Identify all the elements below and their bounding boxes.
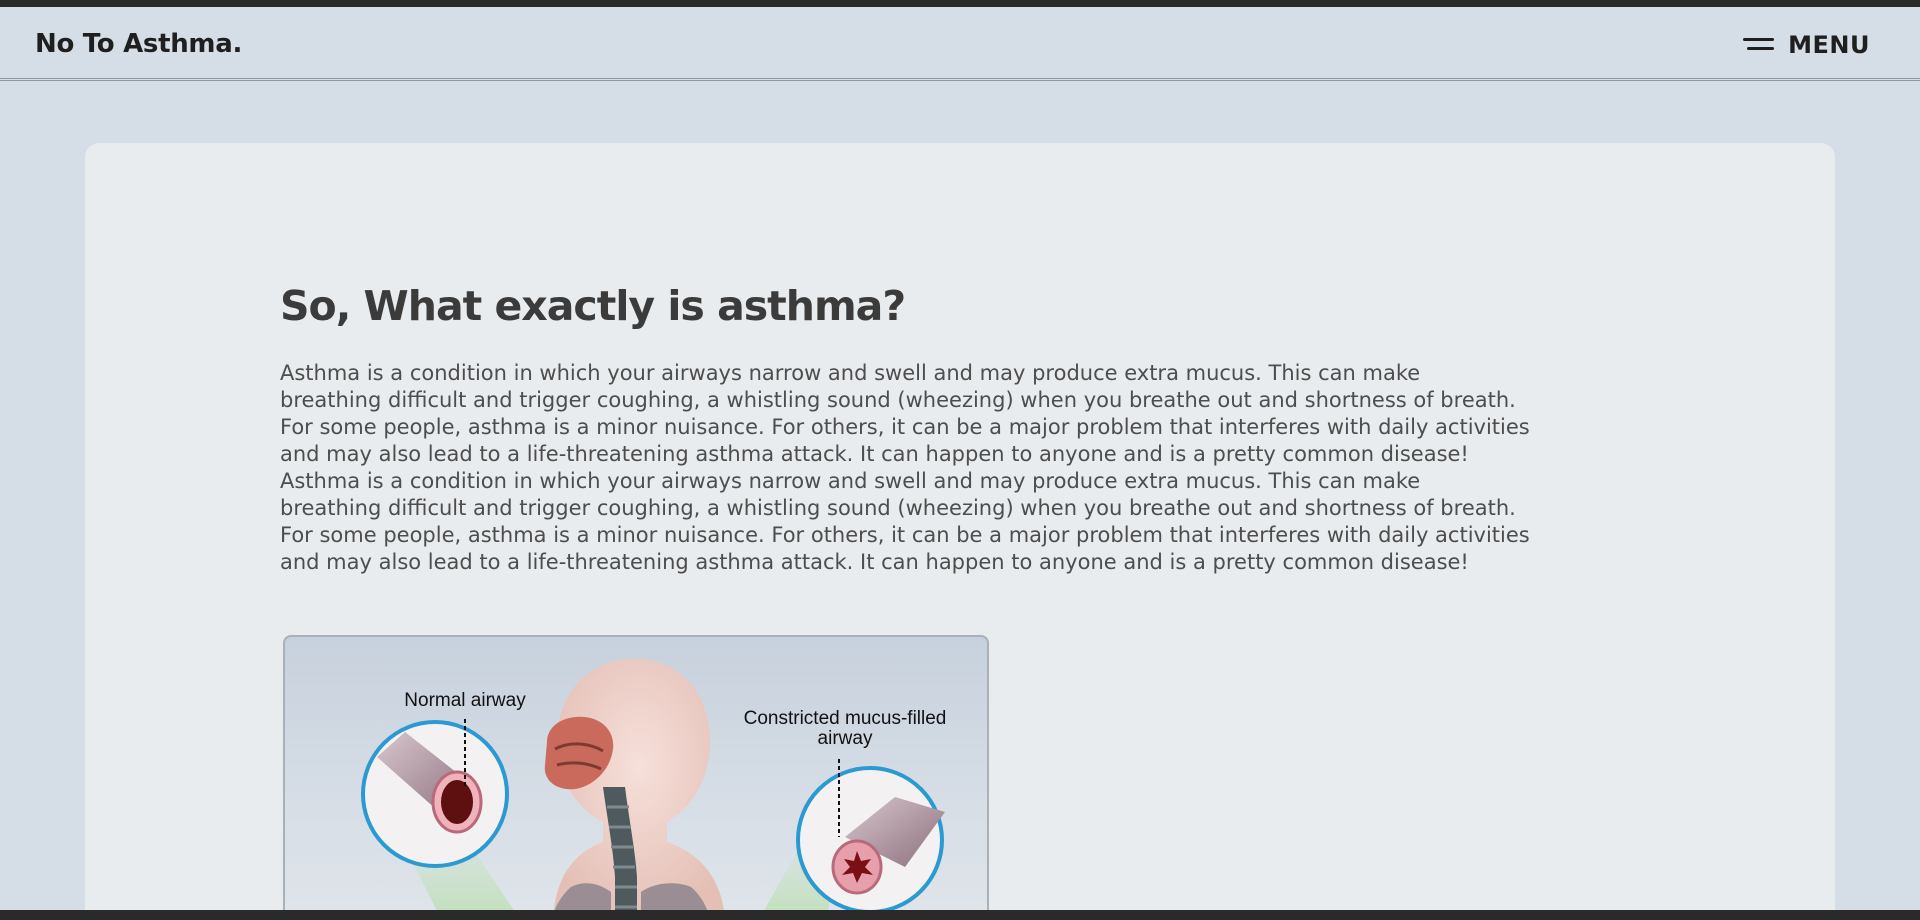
paragraph-line: breathing difficult and trigger coughing… — [280, 388, 1516, 412]
paragraph-line: and may also lead to a life-threatening … — [280, 442, 1469, 466]
airway-illustration-graphic — [361, 659, 945, 920]
window-top-edge — [0, 0, 1920, 7]
navbar: No To Asthma. MENU — [0, 7, 1920, 81]
menu-button[interactable]: MENU — [1743, 29, 1870, 61]
paragraph-line: Asthma is a condition in which your airw… — [280, 361, 1421, 385]
paragraph-line: For some people, asthma is a minor nuisa… — [280, 415, 1530, 439]
paragraph-line: Asthma is a condition in which your airw… — [280, 469, 1421, 493]
normal-airway-label: Normal airway — [404, 690, 526, 711]
asthma-description: Asthma is a condition in which your airw… — [280, 360, 1640, 576]
airway-illustration: Normal airway Constricted mucus-filled a… — [283, 635, 989, 920]
main-content: So, What exactly is asthma? Asthma is a … — [280, 282, 1660, 576]
hamburger-menu-icon[interactable] — [1743, 38, 1775, 52]
paragraph-line: and may also lead to a life-threatening … — [280, 550, 1469, 574]
menu-label[interactable]: MENU — [1788, 31, 1870, 59]
constricted-airway-label: Constricted mucus-filled airway — [743, 708, 947, 749]
paragraph-line: For some people, asthma is a minor nuisa… — [280, 523, 1530, 547]
brand-logo-text[interactable]: No To Asthma. — [35, 29, 242, 59]
page-title: So, What exactly is asthma? — [280, 282, 906, 330]
paragraph-line: breathing difficult and trigger coughing… — [280, 496, 1516, 520]
window-bottom-edge — [0, 910, 1920, 920]
head-silhouette — [553, 659, 725, 920]
